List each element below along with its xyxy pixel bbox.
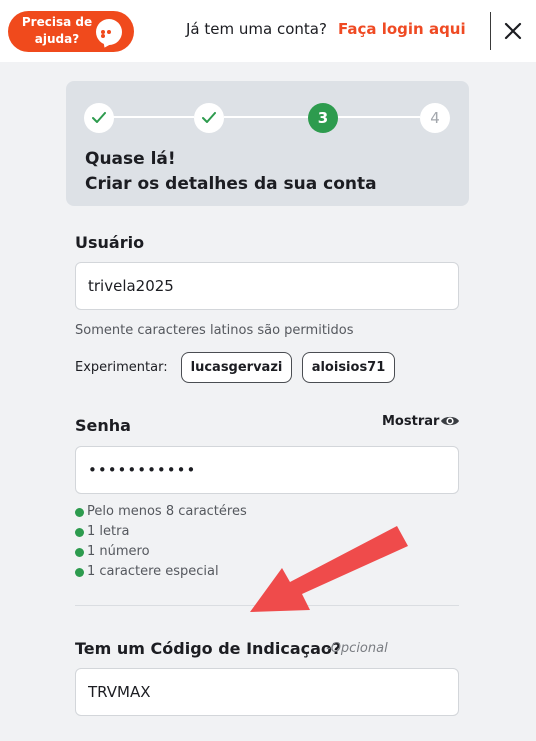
help-button-label: Precisa de ajuda? xyxy=(21,15,93,46)
password-label: Senha xyxy=(75,416,131,435)
password-rule: 1 caractere especial xyxy=(75,562,247,582)
suggestions-label: Experimentar: xyxy=(75,360,168,375)
red-arrow-annotation xyxy=(250,526,408,612)
close-icon[interactable] xyxy=(500,18,526,44)
step-1-complete xyxy=(84,103,114,133)
step-4-pending: 4 xyxy=(420,103,450,133)
check-dot-icon xyxy=(75,508,84,517)
referral-label: Tem um Código de Indicaçao? xyxy=(75,639,342,658)
show-password-toggle[interactable]: Mostrar xyxy=(382,414,439,429)
check-icon xyxy=(92,112,106,123)
login-link[interactable]: Faça login aqui xyxy=(338,20,466,38)
check-dot-icon xyxy=(75,568,84,577)
step-2-complete xyxy=(194,103,224,133)
step-connector xyxy=(338,116,420,118)
check-dot-icon xyxy=(75,528,84,537)
progress-steps-card: 3 4 Quase lá! Criar os detalhes da sua c… xyxy=(66,81,469,206)
step-connector xyxy=(224,116,308,118)
password-rule-text: 1 letra xyxy=(87,524,130,539)
password-input[interactable] xyxy=(75,446,459,494)
referral-optional-tag: -Opcional xyxy=(326,641,388,656)
password-rule: Pelo menos 8 caractéres xyxy=(75,502,247,522)
chat-bubble-icon xyxy=(96,19,122,50)
username-suggestion-chip[interactable]: aloisios71 xyxy=(302,352,395,383)
username-hint: Somente caracteres latinos são permitido… xyxy=(75,323,354,338)
eye-icon[interactable] xyxy=(440,413,460,429)
steps-heading-line1: Quase lá! xyxy=(85,149,176,169)
username-label: Usuário xyxy=(75,233,145,252)
login-question: Já tem uma conta? xyxy=(186,20,327,38)
password-rule-text: 1 caractere especial xyxy=(87,564,219,579)
password-rule: 1 número xyxy=(75,542,247,562)
username-input[interactable] xyxy=(75,262,459,310)
steps-heading: Quase lá! Criar os detalhes da sua conta xyxy=(85,147,377,197)
help-button[interactable]: Precisa de ajuda? xyxy=(8,11,134,52)
check-dot-icon xyxy=(75,548,84,557)
header-divider xyxy=(490,12,491,50)
check-icon xyxy=(202,112,216,123)
password-rule: 1 letra xyxy=(75,522,247,542)
password-rule-text: 1 número xyxy=(87,544,150,559)
password-rule-text: Pelo menos 8 caractéres xyxy=(87,504,247,519)
steps-heading-line2: Criar os detalhes da sua conta xyxy=(85,174,377,194)
username-suggestion-chip[interactable]: lucasgervazi xyxy=(181,352,292,383)
referral-code-input[interactable] xyxy=(75,668,459,716)
step-connector xyxy=(113,116,194,118)
top-bar: Precisa de ajuda? Já tem uma conta? Faça… xyxy=(0,0,536,62)
step-3-current: 3 xyxy=(308,103,338,133)
password-rules: Pelo menos 8 caractéres 1 letra 1 número… xyxy=(75,502,247,582)
